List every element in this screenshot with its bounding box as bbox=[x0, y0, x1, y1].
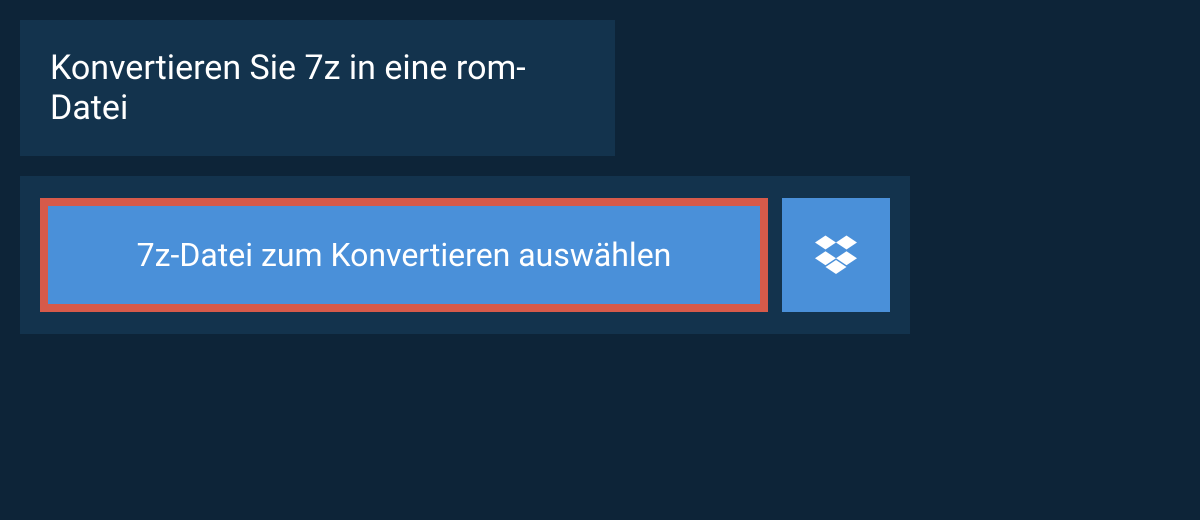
select-file-button[interactable]: 7z-Datei zum Konvertieren auswählen bbox=[40, 198, 768, 312]
upload-panel: 7z-Datei zum Konvertieren auswählen bbox=[20, 176, 910, 334]
page-title: Konvertieren Sie 7z in eine rom-Datei bbox=[50, 48, 585, 128]
dropbox-icon bbox=[815, 232, 857, 278]
select-file-label: 7z-Datei zum Konvertieren auswählen bbox=[137, 236, 672, 274]
dropbox-button[interactable] bbox=[782, 198, 890, 312]
header-bar: Konvertieren Sie 7z in eine rom-Datei bbox=[20, 20, 615, 156]
